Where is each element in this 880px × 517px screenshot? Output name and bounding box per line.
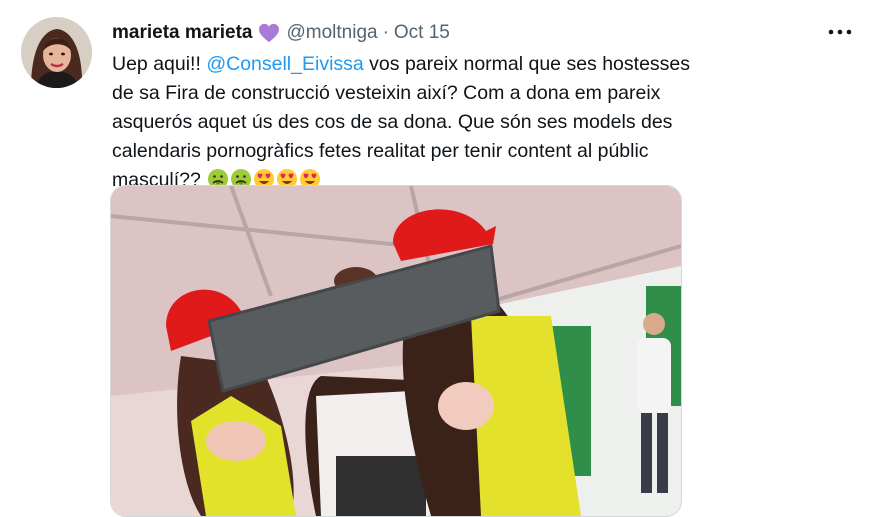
avatar[interactable] [21, 17, 92, 88]
purple-heart-icon [258, 23, 280, 43]
tweet-text-start: Uep aqui!! [112, 53, 207, 75]
tweet-date[interactable]: Oct 15 [394, 22, 450, 44]
display-name[interactable]: marieta marieta [112, 22, 252, 44]
tweet: marieta marieta @moltniga · Oct 15 Uep a… [0, 0, 880, 517]
user-handle[interactable]: @moltniga [286, 22, 377, 44]
tweet-header: marieta marieta @moltniga · Oct 15 [112, 18, 450, 48]
header-separator: · [382, 22, 389, 43]
more-dots-icon[interactable] [826, 22, 854, 42]
tweet-text: Uep aqui!! @Consell_Eivissa vos pareix n… [112, 50, 712, 199]
mention-link[interactable]: @Consell_Eivissa [206, 53, 363, 75]
tweet-photo[interactable] [110, 185, 682, 517]
